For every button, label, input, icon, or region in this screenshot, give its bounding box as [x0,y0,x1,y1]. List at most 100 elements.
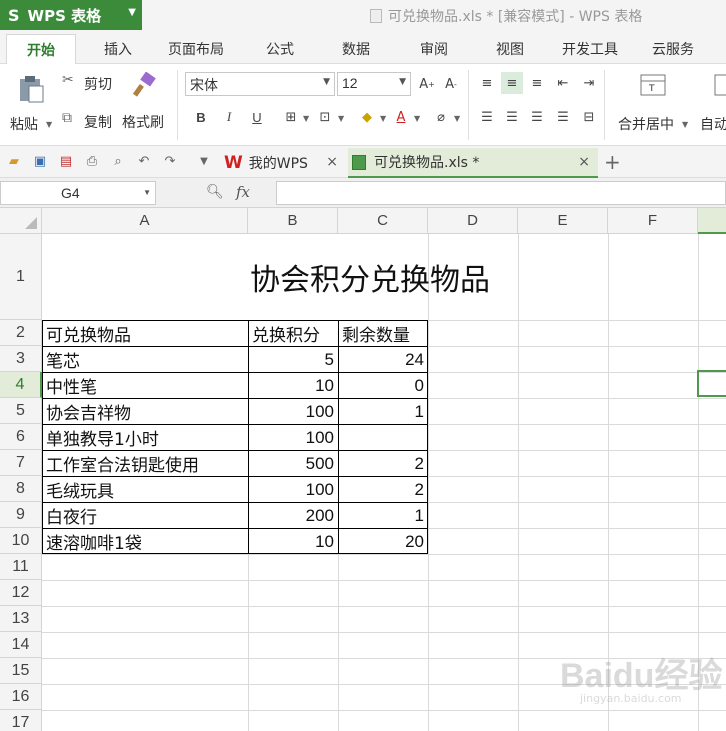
row-header[interactable]: 11 [0,554,42,580]
points-cell[interactable]: 100 [248,425,338,450]
font-name-select[interactable]: 宋体 ▼ [185,72,335,96]
tab-data[interactable]: 数据 [342,39,370,59]
column-header-g[interactable] [698,208,726,234]
undo-icon[interactable]: ↶ [136,154,152,170]
row-header[interactable]: 8 [0,476,42,502]
quantity-cell[interactable]: 24 [338,347,428,372]
cut-button[interactable]: ✂ 剪切 [62,72,122,94]
align-middle-icon[interactable]: ≡ [501,72,523,94]
row-header[interactable]: 3 [0,346,42,372]
points-cell[interactable]: 5 [248,347,338,372]
align-top-icon[interactable]: ≡ [476,72,498,94]
row-header[interactable]: 17 [0,710,42,731]
auto-wrap-button[interactable]: 自动 [698,70,726,136]
item-cell[interactable]: 速溶咖啡1袋 [42,529,248,554]
points-cell[interactable]: 500 [248,451,338,476]
item-cell[interactable]: 工作室合法钥匙使用 [42,451,248,476]
paste-button[interactable]: 粘贴 ▼ [8,70,52,136]
tab-developer[interactable]: 开发工具 [562,39,618,59]
tab-review[interactable]: 审阅 [420,39,448,59]
item-cell[interactable]: 单独教导1小时 [42,425,248,450]
points-cell[interactable]: 10 [248,373,338,398]
merge-center-button[interactable]: T 合并居中 ▼ [614,70,694,136]
quantity-cell[interactable] [338,425,428,450]
row-header[interactable]: 6 [0,424,42,450]
row-header[interactable]: 7 [0,450,42,476]
quantity-cell[interactable]: 20 [338,529,428,554]
quantity-cell[interactable]: 2 [338,477,428,502]
italic-button[interactable]: I [218,106,240,128]
font-size-select[interactable]: 12 ▼ [337,72,411,96]
row-header[interactable]: 5 [0,398,42,424]
row-header[interactable]: 2 [0,320,42,346]
quantity-cell[interactable]: 1 [338,399,428,424]
table-header-cell[interactable]: 剩余数量 [338,321,428,346]
tab-current-workbook[interactable]: 可兑换物品.xls * × [348,148,598,178]
export-pdf-icon[interactable]: ▤ [58,154,74,170]
column-header-d[interactable]: D [428,208,518,234]
column-header-c[interactable]: C [338,208,428,234]
align-center-icon[interactable]: ☰ [501,106,523,128]
quantity-cell[interactable]: 2 [338,451,428,476]
copy-button[interactable]: ⧉ 复制 [62,110,122,132]
fx-icon[interactable]: fx [236,183,250,201]
sheet-title-cell[interactable]: 协会积分兑换物品 [42,234,698,320]
points-cell[interactable]: 100 [248,477,338,502]
tab-cloud-services[interactable]: 云服务 [652,39,694,59]
points-cell[interactable]: 10 [248,529,338,554]
merge-cells-icon[interactable]: ⊡ [314,106,336,128]
print-preview-icon[interactable]: ⌕ [110,154,126,170]
item-cell[interactable]: 笔芯 [42,347,248,372]
zoom-search-icon[interactable]: 🔍︎ [206,184,224,200]
save-icon[interactable]: ▣ [32,154,48,170]
chevron-down-icon[interactable]: ▼ [196,154,212,170]
row-header[interactable]: 12 [0,580,42,606]
item-cell[interactable]: 毛绒玩具 [42,477,248,502]
distributed-icon[interactable]: ⊟ [578,106,600,128]
increase-indent-icon[interactable]: ⇥ [578,72,600,94]
row-header[interactable]: 13 [0,606,42,632]
row-header[interactable]: 16 [0,684,42,710]
column-header-e[interactable]: E [518,208,608,234]
points-cell[interactable]: 100 [248,399,338,424]
name-box[interactable]: G4 ▼ [0,181,156,205]
item-cell[interactable]: 协会吉祥物 [42,399,248,424]
formula-input[interactable] [276,181,726,205]
quantity-cell[interactable]: 1 [338,503,428,528]
column-header-a[interactable]: A [42,208,248,234]
redo-icon[interactable]: ↷ [162,154,178,170]
tab-my-wps[interactable]: W 我的WPS × [220,148,346,178]
align-bottom-icon[interactable]: ≡ [526,72,548,94]
tab-page-layout[interactable]: 页面布局 [168,39,224,59]
font-color-icon[interactable]: A [390,106,412,128]
column-header-f[interactable]: F [608,208,698,234]
print-icon[interactable]: ⎙ [84,154,100,170]
item-cell[interactable]: 白夜行 [42,503,248,528]
justify-icon[interactable]: ☰ [552,106,574,128]
row-header[interactable]: 9 [0,502,42,528]
bold-button[interactable]: B [190,106,212,128]
tab-view[interactable]: 视图 [496,39,524,59]
clear-format-icon[interactable]: ⌀ [430,106,452,128]
row-header[interactable]: 4 [0,372,42,398]
decrease-font-icon[interactable]: A- [440,73,462,95]
close-icon[interactable]: × [326,154,338,170]
row-header[interactable]: 1 [0,234,42,320]
wps-app-menu-button[interactable]: S WPS 表格 ▼ [0,0,142,30]
tab-formulas[interactable]: 公式 [266,39,294,59]
item-cell[interactable]: 中性笔 [42,373,248,398]
close-icon[interactable]: × [578,154,590,170]
points-cell[interactable]: 200 [248,503,338,528]
row-header[interactable]: 10 [0,528,42,554]
spreadsheet-grid[interactable]: A B C D E F 1 2 3 4 5 6 7 8 9 10 11 12 1… [0,208,726,731]
row-header[interactable]: 14 [0,632,42,658]
row-header[interactable]: 15 [0,658,42,684]
open-folder-icon[interactable]: ▰ [6,154,22,170]
increase-font-icon[interactable]: A + [416,73,438,95]
column-header-b[interactable]: B [248,208,338,234]
table-header-cell[interactable]: 可兑换物品 [42,321,248,346]
fill-color-icon[interactable]: ◆ [356,106,378,128]
quantity-cell[interactable]: 0 [338,373,428,398]
align-right-icon[interactable]: ☰ [526,106,548,128]
borders-icon[interactable]: ⊞ [280,106,302,128]
